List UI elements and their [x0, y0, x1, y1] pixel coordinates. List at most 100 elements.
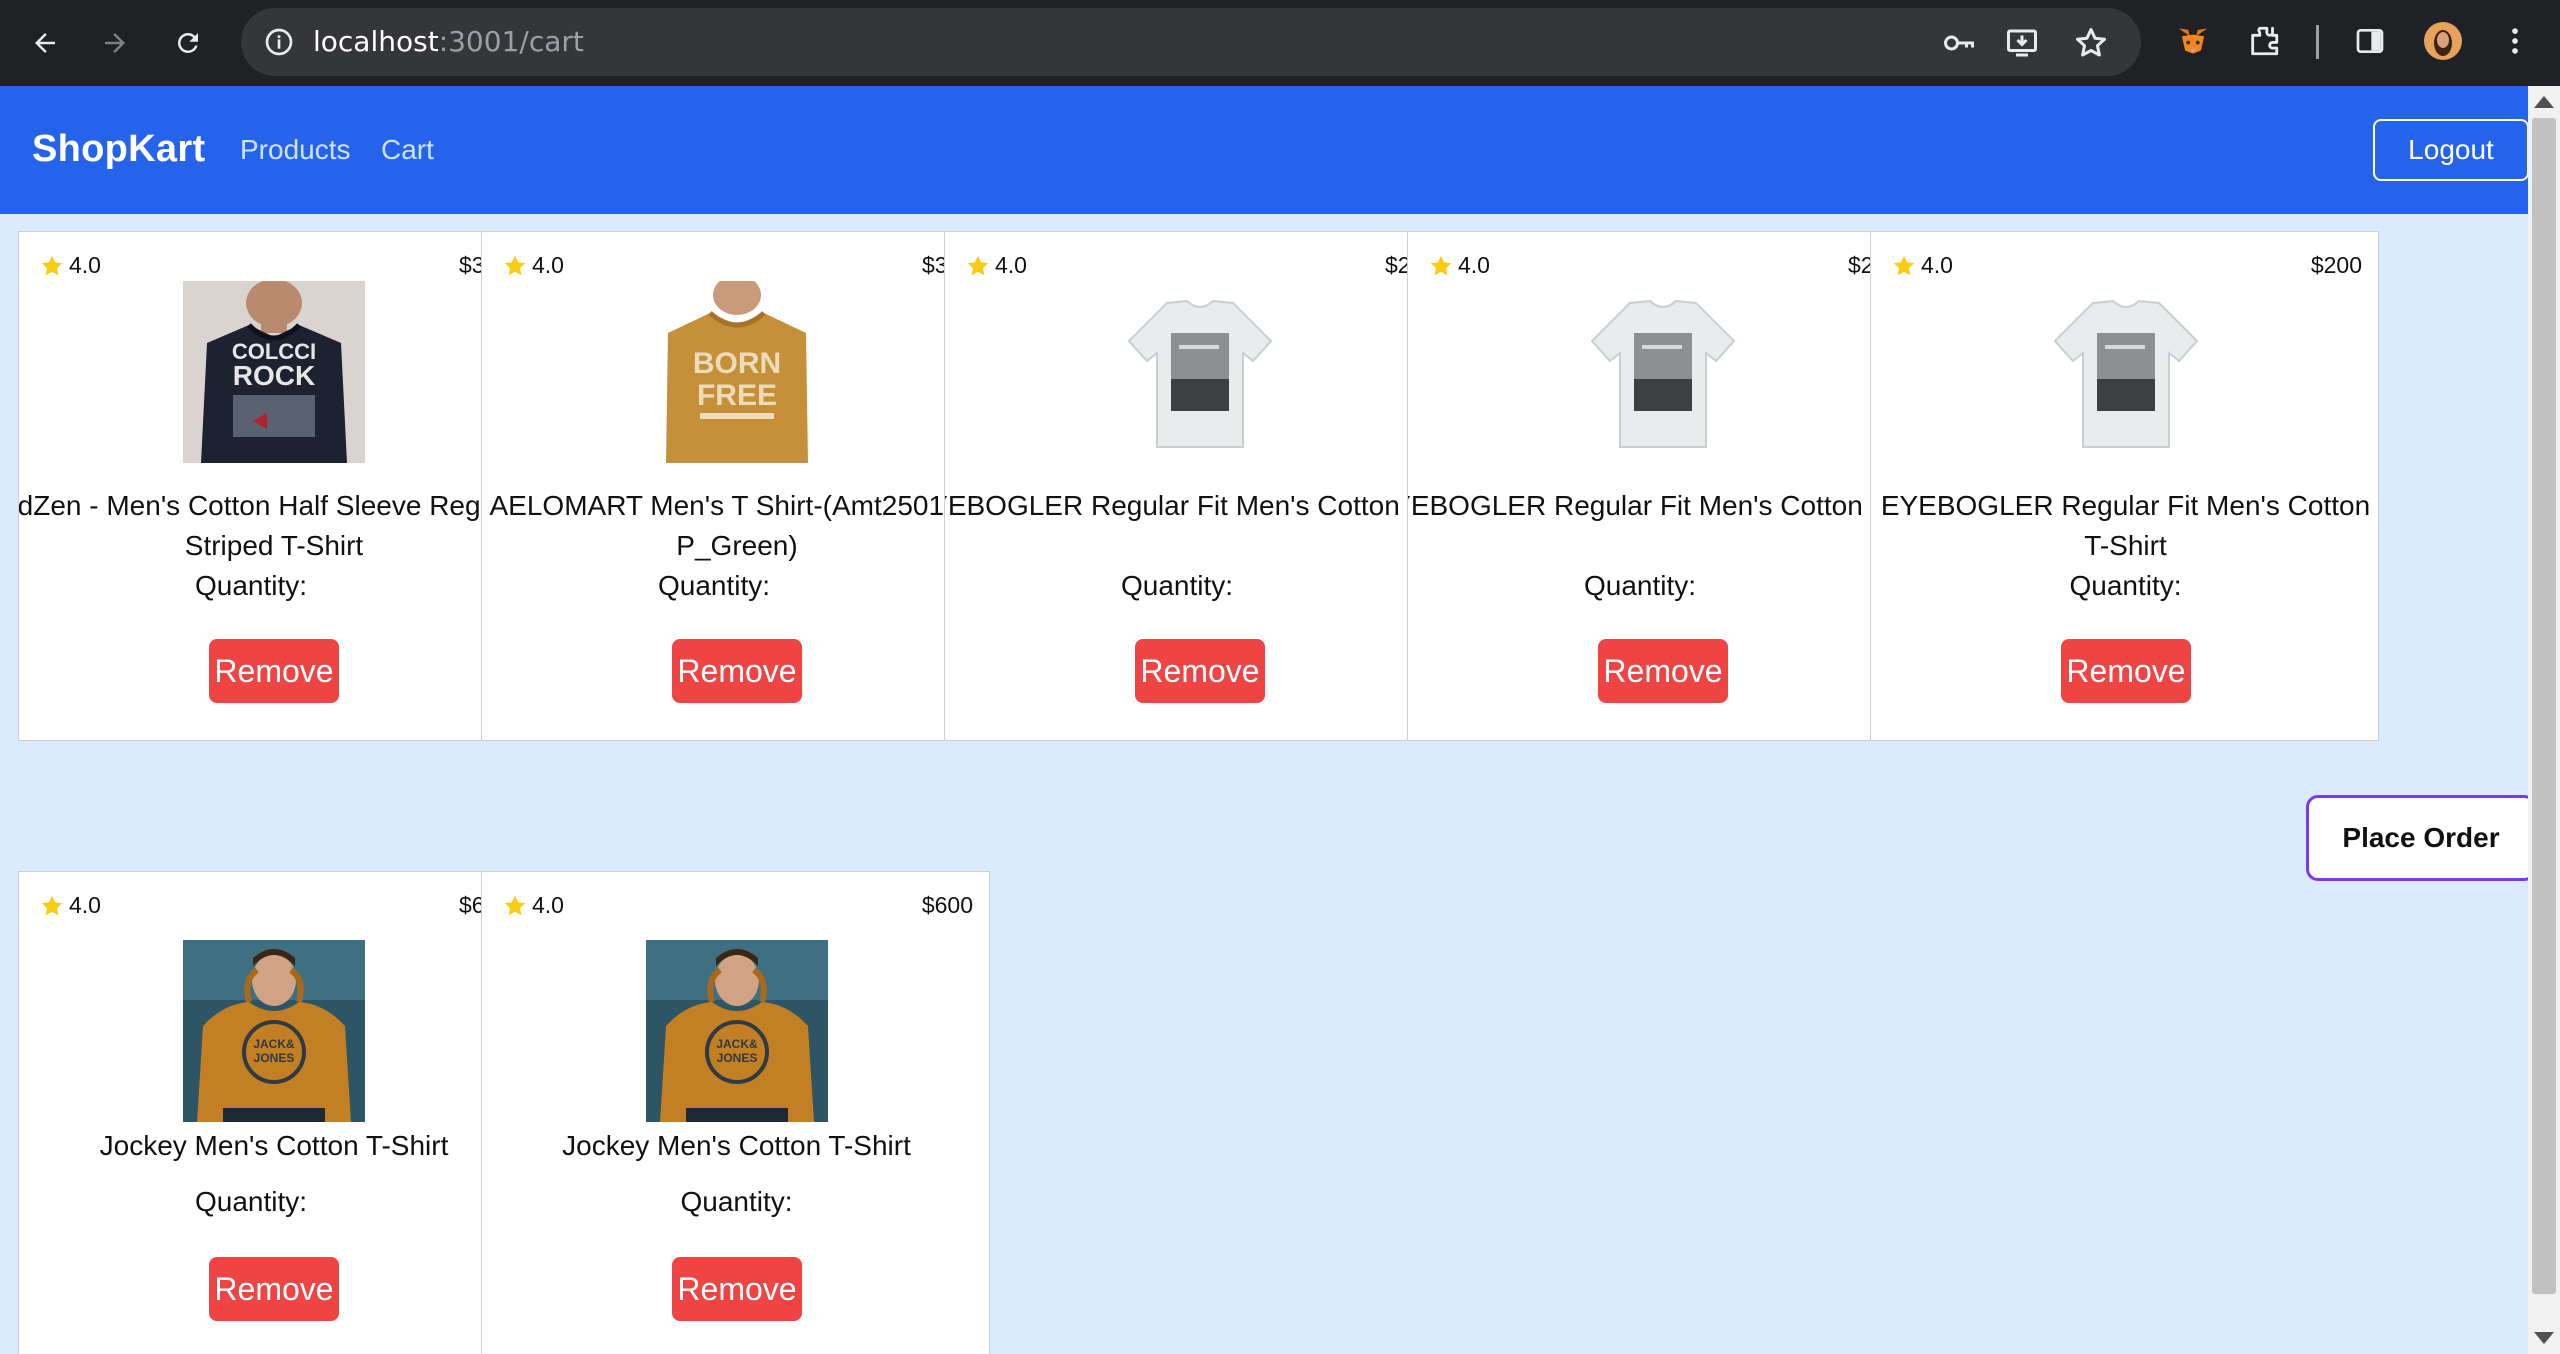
- cart-item-card: 4.0 $2 EYEBOGLER Regular Fit Men's Cotto…: [944, 231, 1408, 741]
- rating: 4.0: [39, 252, 101, 279]
- price: $6: [459, 892, 481, 918]
- price: $200: [2310, 252, 2362, 278]
- rating: 4.0: [502, 252, 564, 279]
- svg-text:JONES: JONES: [717, 1051, 758, 1065]
- quantity-label: Quantity:: [194, 570, 308, 601]
- browser-toolbar: localhost:3001/cart: [0, 0, 2560, 86]
- info-icon[interactable]: [263, 26, 295, 58]
- remove-button[interactable]: Remove: [1598, 639, 1728, 703]
- cart-item-card: 4.0 $2 EYEBOGLER Regular Fit Men's Cotto…: [1407, 231, 1871, 741]
- brand-logo[interactable]: ShopKart: [32, 128, 205, 171]
- nav-link-products[interactable]: Products: [240, 134, 351, 166]
- rating: 4.0: [502, 892, 564, 919]
- url-path: :3001/cart: [438, 25, 584, 58]
- side-panel-icon[interactable]: [2349, 20, 2391, 62]
- star-rating-icon: [504, 895, 526, 915]
- rating-value: 4.0: [69, 252, 101, 278]
- price: $3: [459, 252, 481, 278]
- cart-item-card: 4.0 $6 JACK& JONES Jockey Men's Cotton T…: [18, 871, 482, 1354]
- rating-value: 4.0: [1458, 252, 1490, 278]
- star-rating-icon: [1893, 255, 1915, 275]
- rating-value: 4.0: [1921, 252, 1953, 278]
- place-order-button[interactable]: Place Order: [2306, 795, 2536, 881]
- rating: 4.0: [1428, 252, 1490, 279]
- quantity-label: Quantity:: [194, 1186, 308, 1217]
- nav-link-cart[interactable]: Cart: [381, 134, 434, 166]
- scrollbar-thumb[interactable]: [2532, 118, 2556, 1294]
- product-image-white-tshirt: [2035, 281, 2217, 463]
- cart-item-card: 4.0 $200 EYEBOGLER Regular Fit Men's Cot…: [1870, 231, 2379, 741]
- quantity-label: Quantity:: [1583, 570, 1697, 601]
- profile-avatar-icon[interactable]: [2422, 20, 2464, 62]
- cart-item-card: 4.0 $600 JACK& JONES Jockey Men's Cotton…: [481, 871, 990, 1354]
- rating-value: 4.0: [995, 252, 1027, 278]
- star-rating-icon: [967, 255, 989, 275]
- product-title: AELOMART Men's T Shirt-(Amt250105-P_Gree…: [489, 490, 945, 561]
- rating-value: 4.0: [532, 892, 564, 918]
- star-rating-icon: [504, 255, 526, 275]
- toolbar-separator: [2316, 25, 2319, 59]
- star-rating-icon: [41, 895, 63, 915]
- product-image-white-tshirt: [1572, 281, 1754, 463]
- quantity-label: Quantity:: [680, 1186, 793, 1217]
- svg-text:JACK&: JACK&: [253, 1037, 295, 1051]
- rating-value: 4.0: [532, 252, 564, 278]
- svg-text:JACK&: JACK&: [716, 1037, 758, 1051]
- svg-text:BORN: BORN: [693, 347, 781, 380]
- remove-button[interactable]: Remove: [2061, 639, 2191, 703]
- key-icon[interactable]: [1941, 25, 1977, 61]
- remove-button[interactable]: Remove: [209, 1257, 339, 1321]
- svg-text:JONES: JONES: [254, 1051, 295, 1065]
- address-bar[interactable]: localhost:3001/cart: [241, 8, 2141, 76]
- cart-item-card: 4.0 $3 COLCCI ROCK RodZen - Men's Cotton…: [18, 231, 482, 741]
- svg-text:FREE: FREE: [697, 379, 777, 412]
- product-title: EYEBOGLER Regular Fit Men's Cotton T-Shi…: [1880, 490, 2371, 561]
- extensions-icon[interactable]: [2243, 20, 2285, 62]
- url-text: localhost:3001/cart: [313, 26, 584, 58]
- reload-icon[interactable]: [163, 18, 213, 68]
- logout-button[interactable]: Logout: [2373, 119, 2529, 181]
- cart-row: 4.0 $6 JACK& JONES Jockey Men's Cotton T…: [18, 871, 990, 1354]
- star-rating-icon: [41, 255, 63, 275]
- scroll-down-arrow-icon[interactable]: [2534, 1332, 2554, 1344]
- metamask-fox-icon[interactable]: [2172, 20, 2214, 62]
- product-image-hoodie: JACK& JONES: [183, 940, 365, 1122]
- product-title: EYEBOGLER Regular Fit Men's Cotton T-Shi…: [945, 490, 1407, 521]
- product-image-hoodie: JACK& JONES: [646, 940, 828, 1122]
- star-icon[interactable]: [2073, 25, 2109, 61]
- product-image-mustard-tshirt: BORN FREE: [646, 281, 828, 463]
- install-icon[interactable]: [2004, 25, 2040, 61]
- product-image-white-tshirt: [1109, 281, 1291, 463]
- price: $600: [921, 892, 973, 918]
- cart-item-card: 4.0 $3 BORN FREE AELOMART Men's T Shirt-…: [481, 231, 945, 741]
- product-title: Jockey Men's Cotton T-Shirt: [99, 1130, 449, 1161]
- quantity-label: Quantity:: [1120, 570, 1234, 601]
- menu-icon[interactable]: [2494, 20, 2536, 62]
- product-title: RodZen - Men's Cotton Half Sleeve Regula…: [18, 490, 481, 561]
- vertical-scrollbar[interactable]: [2528, 86, 2560, 1354]
- rating: 4.0: [965, 252, 1027, 279]
- quantity-label: Quantity:: [2069, 570, 2182, 601]
- price: $2: [1848, 252, 1870, 278]
- remove-button[interactable]: Remove: [672, 639, 802, 703]
- remove-button[interactable]: Remove: [1135, 639, 1265, 703]
- back-icon[interactable]: [20, 18, 70, 68]
- product-title: Jockey Men's Cotton T-Shirt: [562, 1130, 911, 1161]
- quantity-label: Quantity:: [657, 570, 771, 601]
- price: $2: [1385, 252, 1407, 278]
- rating-value: 4.0: [69, 892, 101, 918]
- cart-row: 4.0 $3 COLCCI ROCK RodZen - Men's Cotton…: [18, 231, 2379, 741]
- rating: 4.0: [1891, 252, 1953, 279]
- forward-icon[interactable]: [90, 18, 140, 68]
- url-host: localhost: [313, 25, 439, 58]
- rating: 4.0: [39, 892, 101, 919]
- star-rating-icon: [1430, 255, 1452, 275]
- app-header: ShopKart Products Cart Logout: [0, 86, 2529, 214]
- svg-text:ROCK: ROCK: [233, 360, 315, 391]
- remove-button[interactable]: Remove: [209, 639, 339, 703]
- remove-button[interactable]: Remove: [672, 1257, 802, 1321]
- price: $3: [922, 252, 944, 278]
- product-image-black-tshirt: COLCCI ROCK: [183, 281, 365, 463]
- product-title: EYEBOGLER Regular Fit Men's Cotton T-Shi…: [1408, 490, 1870, 521]
- scroll-up-arrow-icon[interactable]: [2534, 96, 2554, 108]
